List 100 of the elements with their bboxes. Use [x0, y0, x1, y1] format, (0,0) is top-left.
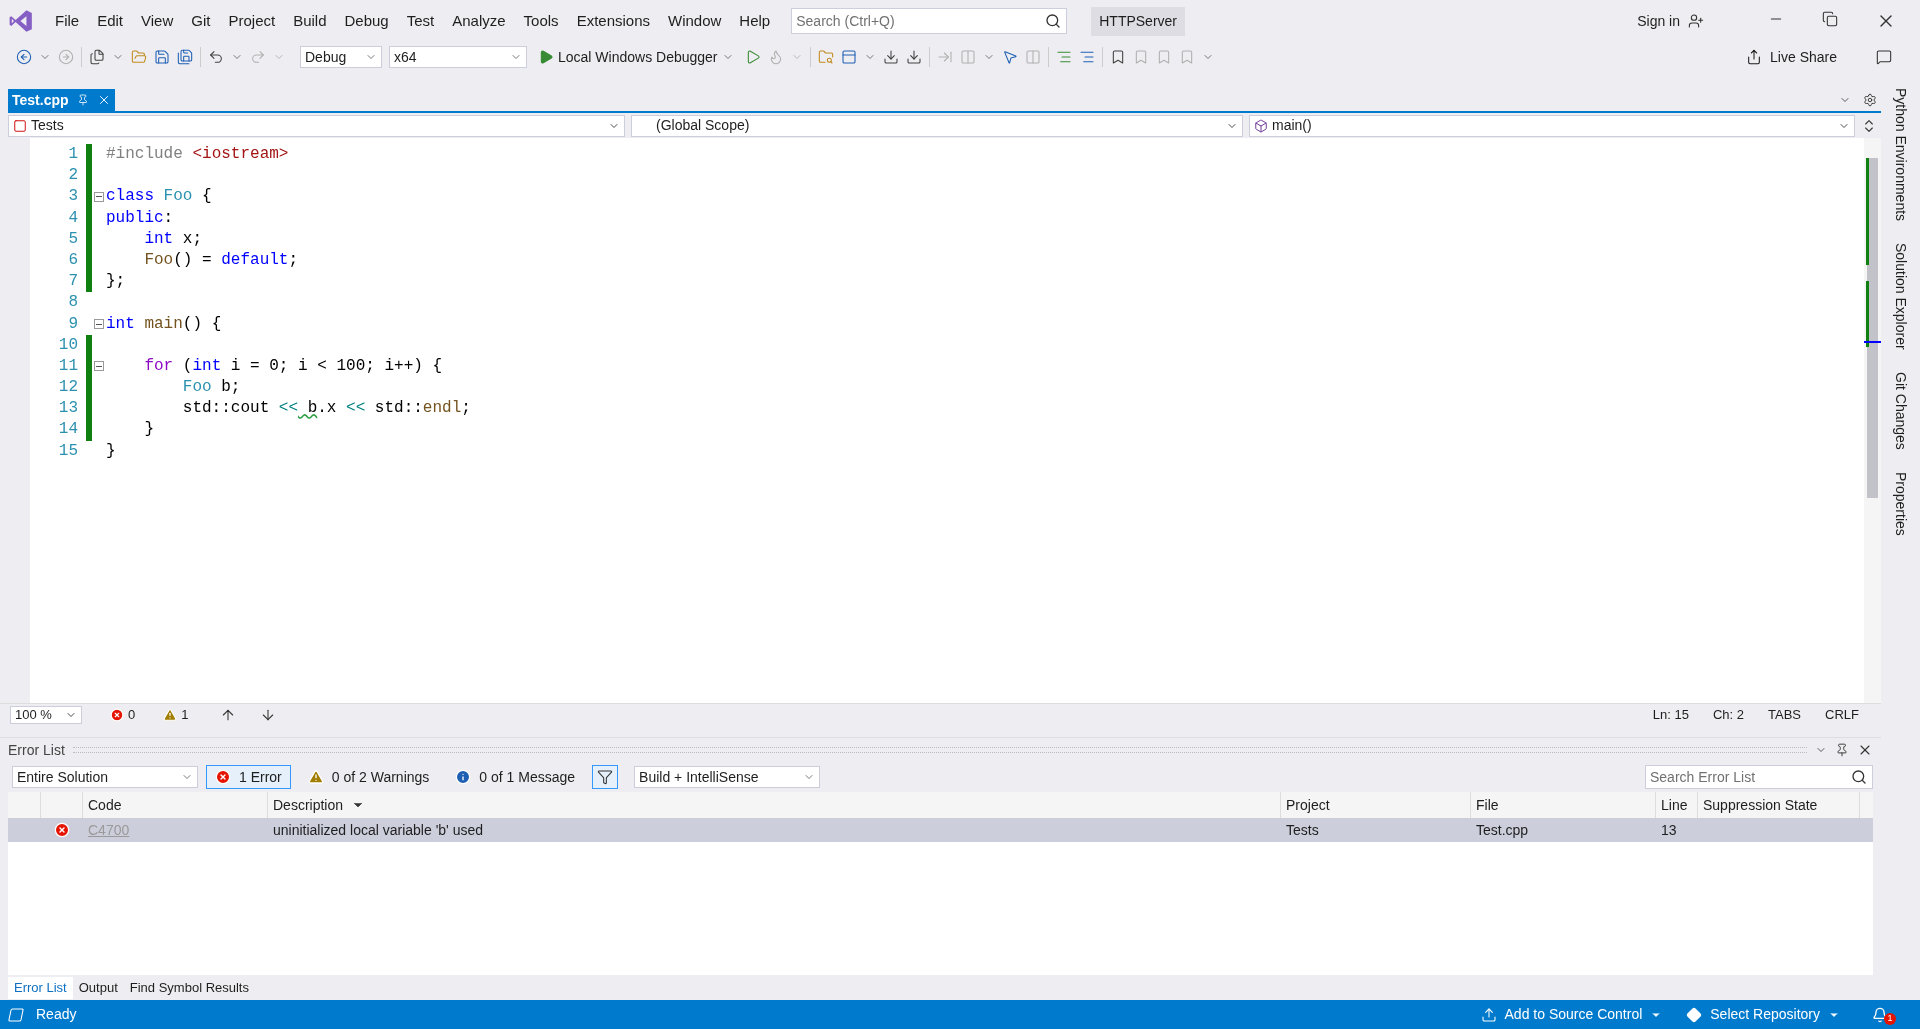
source-control-button[interactable]: Add to Source Control — [1480, 1004, 1663, 1025]
collapse-icon[interactable] — [94, 361, 104, 372]
line-number: 15 — [57, 440, 78, 462]
menu-item[interactable]: Analyze — [443, 5, 515, 37]
error-row[interactable]: C4700 uninitialized local variable 'b' used Tests Test.cpp 13 — [8, 818, 1873, 842]
filter-button[interactable]: 0 of 2 Warnings — [298, 765, 439, 789]
menu-item[interactable]: Extensions — [567, 5, 659, 37]
download-icon[interactable] — [882, 49, 899, 65]
document-tab[interactable]: Test.cpp — [8, 89, 115, 111]
align-right-icon[interactable] — [1055, 49, 1072, 65]
menu-item[interactable]: Test — [397, 5, 444, 37]
search-icon[interactable] — [1851, 769, 1867, 785]
repository-button[interactable]: Select Repository — [1686, 1004, 1840, 1025]
menu-item[interactable]: Tools — [514, 5, 568, 37]
line-number: 4 — [67, 207, 78, 229]
share-icon — [1746, 49, 1763, 65]
align-right-icon[interactable] — [1078, 49, 1095, 65]
user-add-icon[interactable] — [1688, 13, 1704, 29]
line-number: 6 — [67, 249, 78, 271]
search-field[interactable]: Search Error List — [1645, 765, 1873, 789]
error-count[interactable]: 0 — [128, 704, 136, 725]
table-cell-text: uninitialized local variable 'b' used — [272, 820, 485, 840]
solution-name: HTTPServer — [1091, 6, 1185, 36]
line-number: 12 — [57, 377, 78, 399]
pointer-icon[interactable] — [1001, 49, 1018, 65]
side-tab[interactable]: Solution Explorer — [1890, 243, 1911, 350]
code-line: } — [106, 440, 116, 462]
code-line: public: — [106, 207, 174, 229]
restore-icon[interactable] — [1822, 11, 1838, 27]
line-indicator: Ln: 15 — [1652, 705, 1689, 724]
project-icon — [13, 118, 27, 133]
save-all-icon[interactable] — [177, 49, 193, 65]
cube-icon — [1254, 118, 1268, 133]
status-icon — [6, 1006, 26, 1023]
line-ending-indicator: CRLF — [1825, 705, 1859, 724]
code-line: Foo b; — [181, 377, 241, 399]
menu-item[interactable]: View — [132, 5, 183, 37]
menu-item[interactable]: Edit — [88, 5, 133, 37]
filter-toggle-button[interactable] — [592, 765, 619, 789]
line-number: 7 — [67, 271, 78, 293]
download-icon[interactable] — [905, 49, 922, 65]
back-icon[interactable] — [16, 49, 32, 65]
window-icon[interactable] — [840, 49, 857, 65]
collapse-icon[interactable] — [94, 191, 104, 202]
vertical-scrollbar[interactable] — [1864, 138, 1881, 703]
feedback-icon[interactable] — [1876, 49, 1892, 65]
line-number: 3 — [67, 186, 78, 208]
line-number: 14 — [57, 419, 78, 441]
code-line: std::cout << b.x << std::endl; — [181, 398, 471, 420]
warning-count[interactable]: 1 — [181, 704, 189, 725]
side-tab[interactable]: Properties — [1890, 471, 1911, 536]
line-number: 9 — [67, 313, 78, 335]
zoom-dropdown[interactable]: 100 % — [10, 705, 82, 724]
search-icon[interactable] — [1045, 13, 1062, 29]
platform-dropdown[interactable]: x64 — [389, 46, 527, 68]
panel-tab[interactable]: Output — [72, 976, 124, 999]
sign-in-link[interactable]: Sign in — [1637, 10, 1680, 32]
menu-item[interactable]: File — [46, 5, 89, 37]
filter-button[interactable]: 1 Error — [206, 765, 291, 789]
error-icon — [110, 707, 124, 722]
pin-icon[interactable] — [1835, 743, 1849, 757]
filter-button[interactable]: 0 of 1 Message — [446, 765, 585, 789]
configuration-dropdown[interactable]: Debug — [300, 46, 382, 68]
pin-icon[interactable] — [76, 94, 89, 106]
warning-icon — [163, 707, 178, 722]
folder-search-icon[interactable] — [817, 49, 834, 65]
menu-item[interactable]: Help — [730, 5, 780, 37]
menu-item[interactable]: Build — [284, 5, 336, 37]
funnel-icon — [597, 769, 614, 785]
source-dropdown[interactable]: Build + IntelliSense — [634, 766, 821, 788]
table-cell-text: Tests — [1285, 820, 1320, 840]
notifications-icon[interactable] — [1872, 1006, 1888, 1023]
start-debugging-button[interactable]: Local Windows Debugger — [534, 46, 738, 68]
side-tab[interactable]: Python Environments — [1890, 88, 1911, 222]
settings-icon[interactable] — [1863, 93, 1877, 107]
logo-icon — [8, 8, 34, 34]
menu-item[interactable]: Debug — [335, 5, 398, 37]
open-folder-icon[interactable] — [131, 49, 147, 65]
side-tab[interactable]: Git Changes — [1890, 371, 1911, 450]
scope-dropdown[interactable]: Entire Solution — [12, 766, 198, 788]
menu-item[interactable]: Project — [219, 5, 285, 37]
save-icon[interactable] — [154, 49, 170, 65]
collapse-icon[interactable] — [94, 319, 104, 330]
new-project-icon[interactable] — [89, 49, 105, 65]
notification-badge: 1 — [1884, 1012, 1896, 1025]
panel-tab[interactable]: Error List — [8, 976, 73, 999]
undo-icon[interactable] — [208, 49, 224, 65]
menu-item[interactable]: Window — [659, 5, 731, 37]
code-line: class Foo { — [106, 186, 212, 208]
member-dropdown[interactable]: main() — [1249, 114, 1855, 137]
panel-tab[interactable]: Find Symbol Results — [123, 976, 255, 999]
scope-dropdown[interactable]: (Global Scope) — [631, 114, 1243, 137]
live-share-button[interactable]: Live Share — [1746, 46, 1837, 68]
menu-item[interactable]: Git — [182, 5, 220, 37]
code-line: int x; — [143, 228, 203, 250]
indent-indicator: TABS — [1768, 705, 1802, 724]
project-dropdown[interactable]: Tests — [8, 114, 625, 137]
search-field[interactable]: Search (Ctrl+Q) — [791, 8, 1068, 34]
diamond-icon — [1686, 1006, 1703, 1023]
code-line: }; — [106, 271, 126, 293]
